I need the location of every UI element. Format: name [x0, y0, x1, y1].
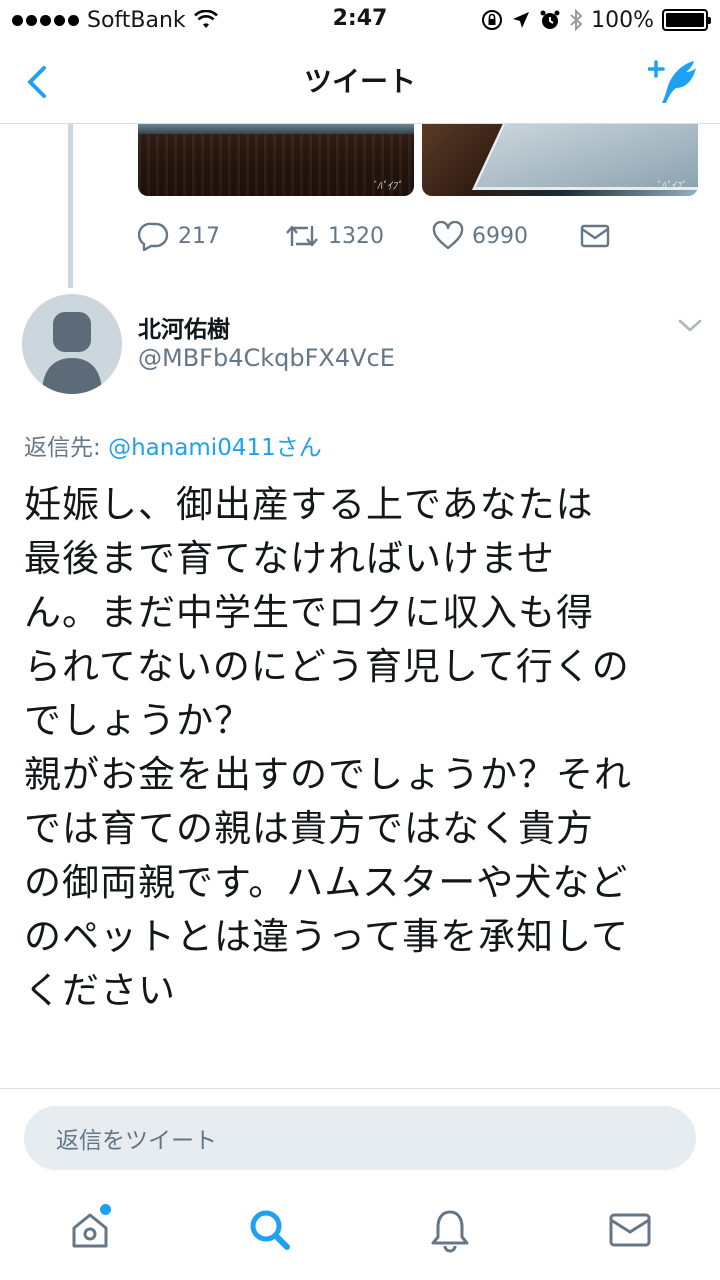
status-bar: SoftBank 2:47 100%	[0, 0, 720, 40]
author-handle[interactable]: @MBFb4CkqbFX4VcE	[138, 344, 395, 372]
retweet-button[interactable]: 1320	[284, 214, 384, 258]
like-button[interactable]: 6990	[432, 214, 528, 258]
tab-search[interactable]	[240, 1200, 300, 1260]
thread-connector-line	[68, 124, 73, 288]
reply-to-line: 返信先: @hanami0411さん	[24, 428, 322, 462]
compose-tweet-icon[interactable]	[648, 58, 700, 106]
like-heart-icon	[432, 221, 464, 250]
reply-to-prefix: 返信先:	[24, 435, 109, 461]
tab-notifications[interactable]	[420, 1200, 480, 1260]
reply-to-mention-link[interactable]: @hanami0411さん	[108, 435, 322, 461]
messages-envelope-icon	[609, 1213, 651, 1247]
notifications-bell-icon	[431, 1210, 469, 1253]
reply-input-placeholder: 返信をツイート	[56, 1128, 217, 1154]
tweet-media-image-2[interactable]: ﾞﾊﾟｲﾌﾟ	[422, 124, 698, 196]
battery-icon	[662, 9, 711, 31]
navigation-bar: ツイート	[0, 40, 720, 124]
tweet-action-bar: 217 1320 6990	[138, 214, 658, 258]
direct-message-button[interactable]	[580, 214, 610, 258]
bluetooth-icon	[570, 8, 583, 32]
tweet-text: 妊娠し、御出産する上であなたは 最後まで育てなければいけませ ん。まだ中学生でロ…	[24, 483, 632, 1012]
status-right: 100%	[481, 6, 711, 34]
tab-bar	[0, 1190, 720, 1280]
alarm-clock-icon	[540, 10, 560, 29]
tweet-media-image-1[interactable]: ﾞﾊﾟｲﾌﾟ	[138, 124, 414, 196]
new-tweets-indicator-dot	[100, 1204, 111, 1215]
retweet-icon	[286, 225, 318, 247]
location-arrow-icon	[513, 12, 530, 28]
retweet-count: 1320	[328, 223, 384, 249]
rotation-lock-icon	[482, 10, 503, 30]
tab-messages[interactable]	[600, 1200, 660, 1260]
divider	[0, 1088, 720, 1089]
reply-count: 217	[178, 223, 220, 249]
author-name[interactable]: 北河佑樹	[138, 310, 230, 344]
image-watermark: ﾞﾊﾟｲﾌﾟ	[656, 181, 686, 192]
page-title: ツイート	[303, 65, 416, 98]
like-count: 6990	[472, 223, 528, 249]
search-icon	[250, 1210, 290, 1250]
reply-button[interactable]: 217	[138, 214, 220, 258]
battery-percent: 100%	[591, 7, 654, 33]
chevron-down-icon[interactable]	[676, 316, 704, 336]
avatar[interactable]	[22, 294, 122, 394]
reply-icon	[138, 222, 169, 251]
image-watermark: ﾞﾊﾟｲﾌﾟ	[372, 181, 402, 192]
battery-level-fill	[666, 13, 704, 27]
tab-home[interactable]	[60, 1200, 120, 1260]
reply-input[interactable]: 返信をツイート	[24, 1106, 696, 1170]
default-avatar-icon	[42, 312, 102, 394]
direct-message-icon	[580, 224, 610, 248]
